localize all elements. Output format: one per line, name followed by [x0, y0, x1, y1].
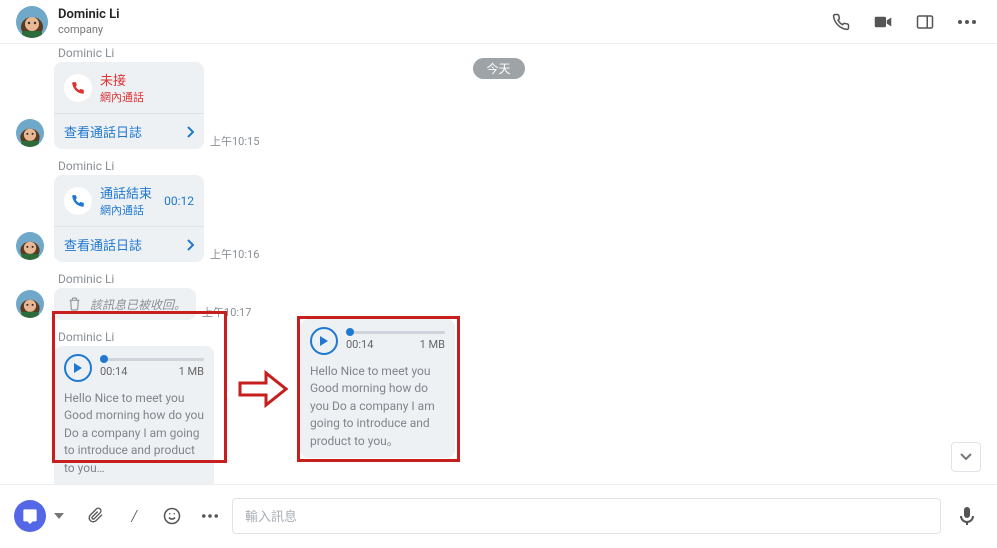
phone-icon — [64, 187, 92, 215]
emoji-button[interactable] — [156, 500, 188, 532]
voice-call-button[interactable] — [827, 8, 855, 36]
messages-pane: 今天 Dominic Li 未接 網內通話 查看通話日 — [0, 44, 997, 484]
chevron-right-icon — [186, 126, 194, 138]
sender-name: Dominic Li — [58, 46, 987, 60]
sender-name: Dominic Li — [58, 272, 987, 286]
retracted-text: 該訊息已被收回。 — [90, 296, 186, 313]
avatar[interactable] — [16, 119, 44, 147]
voice-callout-bubble: 00:14 1 MB Hello Nice to meet you Good m… — [300, 319, 455, 458]
voice-message-bubble: 00:14 1 MB Hello Nice to meet you Good m… — [54, 346, 214, 484]
voice-transcript: Hello Nice to meet you Good morning how … — [64, 390, 204, 477]
play-button[interactable] — [64, 354, 92, 382]
call-status: 通話結束 — [100, 183, 152, 202]
chevron-right-icon — [186, 239, 194, 251]
phone-icon — [64, 74, 92, 102]
trash-icon — [64, 294, 84, 314]
action-label: 查看通話日誌 — [64, 235, 142, 254]
call-type: 網內通話 — [100, 202, 152, 218]
chat-subtitle: company — [58, 23, 120, 36]
chat-header: Dominic Li company — [0, 0, 997, 44]
sender-name: Dominic Li — [58, 159, 987, 173]
avatar[interactable] — [16, 232, 44, 260]
voice-seek-bar[interactable] — [100, 358, 204, 361]
call-duration: 00:12 — [164, 194, 194, 208]
sender-name: Dominic Li — [58, 330, 987, 344]
voice-record-button[interactable] — [951, 500, 983, 532]
voice-seek-bar[interactable] — [346, 331, 445, 334]
voice-size: 1 MB — [179, 365, 204, 378]
call-status: 未接 — [100, 70, 144, 89]
voice-transcript: Hello Nice to meet you Good morning how … — [310, 363, 445, 450]
call-bubble-ended: 通話結束 網內通話 00:12 查看通話日誌 — [54, 175, 204, 262]
view-call-log-button[interactable]: 查看通話日誌 — [54, 113, 204, 149]
view-call-log-button[interactable]: 查看通話日誌 — [54, 226, 204, 262]
timestamp: 上午10:15 — [210, 133, 259, 149]
timestamp: 上午10:16 — [210, 246, 259, 262]
voice-duration: 00:14 — [100, 365, 127, 378]
voice-size: 1 MB — [420, 338, 445, 351]
avatar[interactable] — [16, 6, 48, 38]
more-button[interactable] — [953, 8, 981, 36]
voice-duration: 00:14 — [346, 338, 373, 351]
call-type: 網內通話 — [100, 89, 144, 105]
avatar[interactable] — [16, 290, 44, 318]
timestamp: 上午10:17 — [202, 304, 251, 320]
scroll-to-bottom-button[interactable] — [951, 442, 981, 472]
action-label: 查看通話日誌 — [64, 122, 142, 141]
panel-toggle-button[interactable] — [911, 8, 939, 36]
attach-button[interactable] — [80, 500, 112, 532]
retracted-bubble: 該訊息已被收回。 — [54, 288, 196, 320]
composer: / — [0, 484, 997, 548]
call-bubble-missed: 未接 網內通話 查看通話日誌 — [54, 62, 204, 149]
chat-mode-dropdown[interactable] — [52, 513, 66, 519]
format-button[interactable]: / — [118, 500, 150, 532]
more-actions-button[interactable] — [194, 500, 226, 532]
chat-title: Dominic Li — [58, 7, 120, 23]
video-call-button[interactable] — [869, 8, 897, 36]
play-button[interactable] — [310, 327, 338, 355]
message-input[interactable] — [232, 498, 941, 534]
chat-mode-button[interactable] — [14, 500, 46, 532]
